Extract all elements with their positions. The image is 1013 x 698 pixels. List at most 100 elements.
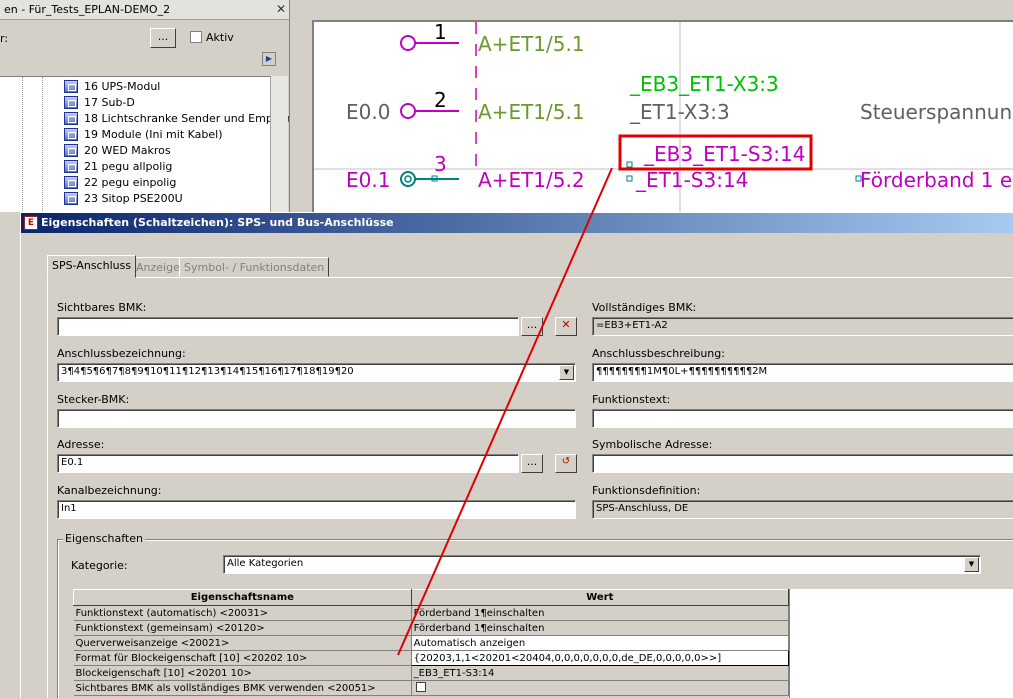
- anschlussbeschreibung-label: Anschlussbeschreibung:: [592, 347, 725, 360]
- macro-icon: [64, 127, 78, 141]
- terminal-circle: [404, 175, 412, 183]
- property-value[interactable]: _EB3_ET1-S3:14: [411, 665, 790, 681]
- funktionsdefinition-label: Funktionsdefinition:: [592, 484, 701, 497]
- tree-item[interactable]: 20 WED Makros: [64, 142, 171, 158]
- adresse-browse-button[interactable]: ...: [521, 454, 543, 473]
- connection-point: [626, 161, 633, 168]
- tree-item[interactable]: 18 Lichtschranke Sender und Empfän: [64, 110, 290, 126]
- tree-item[interactable]: 17 Sub-D: [64, 94, 135, 110]
- tree-item-label: 17 Sub-D: [84, 95, 135, 109]
- tree-item-label: 21 pegu allpolig: [84, 159, 173, 173]
- stecker-bmk-label: Stecker-BMK:: [57, 393, 130, 406]
- property-value[interactable]: Förderband 1¶einschalten: [411, 605, 790, 621]
- tree-item[interactable]: 23 Sitop PSE200U: [64, 190, 183, 206]
- symbolische-adresse-input[interactable]: [592, 454, 1013, 473]
- tab-symbol-funktionsdaten[interactable]: Symbol- / Funktionsdaten: [179, 257, 330, 277]
- aktiv-checkbox[interactable]: [190, 31, 202, 43]
- filter-row: r: ... Aktiv: [0, 26, 289, 50]
- tree-item-label: 23 Sitop PSE200U: [84, 191, 183, 205]
- property-value-editor[interactable]: {20203,1,1<20201<20404,0,0,0,0,0,0,0,de_…: [410, 650, 790, 666]
- macro-icon: [64, 191, 78, 205]
- pane-title: en - Für_Tests_EPLAN-DEMO_2: [4, 3, 171, 16]
- row2-address: E0.0: [346, 100, 391, 124]
- tree-item[interactable]: 21 pegu allpolig: [64, 158, 172, 174]
- property-name: Querverweisanzeige <20021>: [73, 635, 412, 651]
- terminal-circle: [400, 171, 416, 187]
- tree-item[interactable]: 22 pegu einpolig: [64, 174, 176, 190]
- table-row[interactable]: Querverweisanzeige <20021> Automatisch a…: [73, 635, 790, 651]
- anschlussbezeichnung-select[interactable]: 3¶4¶5¶6¶7¶8¶9¶10¶11¶12¶13¶14¶15¶16¶17¶18…: [57, 363, 576, 382]
- property-name: Sichtbares BMK als vollständiges BMK ver…: [73, 680, 412, 696]
- table-row[interactable]: Sichtbares BMK als vollständiges BMK ver…: [73, 680, 790, 696]
- adresse-input[interactable]: E0.1: [57, 454, 519, 473]
- row3-cross-ref: A+ET1/5.2: [478, 168, 585, 192]
- tree-scrollbar[interactable]: [270, 76, 288, 212]
- property-name: Funktionstext (gemeinsam) <20120>: [73, 620, 412, 636]
- schematic-canvas: 1 A+ET1/5.1 E0.0 2 A+ET1/5.1 _EB3_ET1-X3…: [292, 0, 1013, 214]
- terminal-ref-gray: _ET1-X3:3: [630, 100, 730, 124]
- properties-dialog: E Eigenschaften (Schaltzeichen): SPS- un…: [20, 212, 1013, 698]
- kanalbezeichnung-label: Kanalbezeichnung:: [57, 484, 162, 497]
- macro-icon: [64, 111, 78, 125]
- property-name: Blockeigenschaft [10] <20201 10>: [73, 665, 412, 681]
- table-row[interactable]: Funktionstext (automatisch) <20031> Förd…: [73, 605, 790, 621]
- tree-item[interactable]: 16 UPS-Modul: [64, 78, 160, 94]
- anschlussbezeichnung-label: Anschlussbezeichnung:: [57, 347, 186, 360]
- filter-browse-button[interactable]: ...: [150, 28, 176, 48]
- tree-item-label: 18 Lichtschranke Sender und Empfän: [84, 111, 290, 125]
- vollstaendiges-bmk-field: =EB3+ET1-A2: [592, 317, 1013, 336]
- tree-guide-line: [42, 77, 43, 212]
- tab-anzeige[interactable]: Anzeige: [131, 257, 185, 277]
- anschlussbeschreibung-input[interactable]: ¶¶¶¶¶¶¶¶1M¶0L+¶¶¶¶¶¶¶¶¶¶2M: [592, 363, 1013, 382]
- eigenschaften-group-title: Eigenschaften: [63, 532, 145, 545]
- funktionstext-input[interactable]: [592, 409, 1013, 428]
- sichtbares-bmk-browse-button[interactable]: ...: [521, 317, 543, 336]
- tree-guide-line: [22, 77, 23, 212]
- chevron-down-icon[interactable]: ▼: [559, 365, 574, 380]
- property-checkbox[interactable]: [415, 681, 426, 692]
- tree-item[interactable]: 19 Module (Ini mit Kabel): [64, 126, 223, 142]
- row1-cross-ref: A+ET1/5.1: [478, 32, 585, 56]
- steuerspannung-text: Steuerspannung: [860, 100, 1013, 124]
- terminal-circle: [400, 103, 416, 119]
- kategorie-select[interactable]: Alle Kategorien ▼: [223, 555, 981, 574]
- stecker-bmk-input[interactable]: [57, 409, 576, 428]
- table-row[interactable]: Funktionstext (gemeinsam) <20120> Förder…: [73, 620, 790, 636]
- play-icon[interactable]: ▶: [262, 52, 276, 66]
- filter-label: r:: [0, 32, 9, 45]
- vollstaendiges-bmk-label: Vollständiges BMK:: [592, 301, 697, 314]
- property-value[interactable]: [411, 680, 790, 696]
- close-icon[interactable]: ✕: [276, 2, 286, 16]
- adresse-label: Adresse:: [57, 438, 105, 451]
- tab-label: Symbol- / Funktionsdaten: [184, 261, 325, 274]
- tab-sps-anschluss[interactable]: SPS-Anschluss: [47, 255, 137, 278]
- table-header-row: Eigenschaftsname Wert: [73, 589, 790, 606]
- macro-icon: [64, 79, 78, 93]
- toolbar: [292, 0, 1013, 14]
- property-name: Format für Blockeigenschaft [10] <20202 …: [73, 650, 412, 666]
- schematic-sheet[interactable]: 1 A+ET1/5.1 E0.0 2 A+ET1/5.1 _EB3_ET1-X3…: [312, 20, 1013, 214]
- column-header-name[interactable]: Eigenschaftsname: [73, 589, 412, 606]
- row3-address: E0.1: [346, 168, 391, 192]
- chevron-down-icon[interactable]: ▼: [964, 557, 979, 572]
- macro-icon: [64, 95, 78, 109]
- anschlussbezeichnung-value: 3¶4¶5¶6¶7¶8¶9¶10¶11¶12¶13¶14¶15¶16¶17¶18…: [61, 366, 354, 377]
- terminal-circle: [400, 35, 416, 51]
- dialog-title-bar: E Eigenschaften (Schaltzeichen): SPS- un…: [21, 213, 1013, 233]
- property-value[interactable]: Automatisch anzeigen: [411, 635, 790, 651]
- macro-icon: [64, 143, 78, 157]
- delete-icon[interactable]: ✕: [555, 317, 577, 336]
- table-empty-area: [789, 589, 1013, 698]
- undo-icon[interactable]: ↺: [555, 454, 577, 473]
- kanalbezeichnung-input[interactable]: In1: [57, 500, 576, 519]
- property-value[interactable]: Förderband 1¶einschalten: [411, 620, 790, 636]
- row3-number: 3: [434, 152, 447, 176]
- eplan-app-icon: E: [24, 216, 38, 230]
- tab-label: Anzeige: [136, 261, 180, 274]
- table-row[interactable]: Blockeigenschaft [10] <20201 10> _EB3_ET…: [73, 665, 790, 681]
- column-header-value[interactable]: Wert: [410, 589, 790, 606]
- table-row[interactable]: Format für Blockeigenschaft [10] <20202 …: [73, 650, 790, 666]
- terminal-ref-green: _EB3_ET1-X3:3: [630, 72, 779, 96]
- sichtbares-bmk-input[interactable]: [57, 317, 519, 336]
- funktionsdefinition-field: SPS-Anschluss, DE: [592, 500, 1013, 519]
